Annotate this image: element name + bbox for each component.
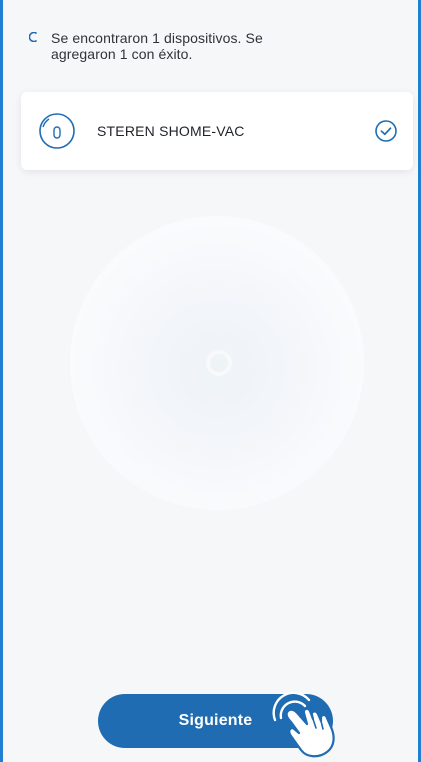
check-circle-icon <box>375 120 397 142</box>
status-message: Se encontraron 1 dispositivos. Se agrega… <box>51 30 263 62</box>
pointing-hand-icon <box>272 691 335 758</box>
spinner-icon <box>29 32 37 42</box>
status-line-1: Se encontraron 1 dispositivos. Se <box>51 30 263 46</box>
screen-frame: Se encontraron 1 dispositivos. Se agrega… <box>0 0 421 762</box>
device-name: STEREN SHOME-VAC <box>97 123 245 139</box>
search-status: Se encontraron 1 dispositivos. Se agrega… <box>29 30 359 62</box>
scan-center-icon <box>206 350 232 376</box>
status-line-2: agregaron 1 con éxito. <box>51 46 193 62</box>
robot-vacuum-icon <box>39 113 75 149</box>
device-card[interactable]: STEREN SHOME-VAC <box>21 92 413 170</box>
